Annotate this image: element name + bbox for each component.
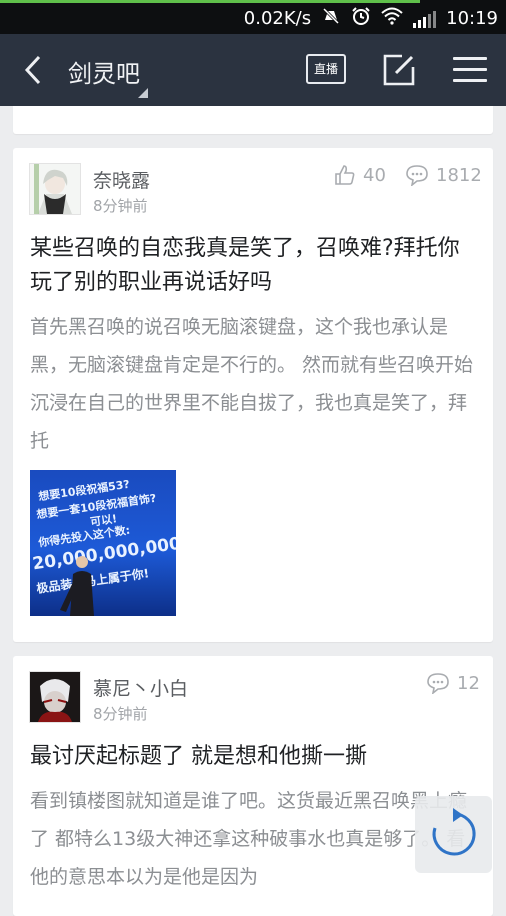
wifi-icon (381, 7, 403, 30)
post-title[interactable]: 某些召唤的自恋我真是笑了，召唤难?拜托你玩了别的职业再说话好吗 (30, 232, 475, 300)
signal-icon (413, 10, 437, 28)
post-card[interactable]: 奈晓露 8分钟前 40 1812 某些召唤的自恋我真是笑了，召唤难?拜托你玩了别… (13, 148, 493, 642)
avatar[interactable] (29, 163, 81, 215)
refresh-button[interactable] (415, 796, 492, 873)
network-speed: 0.02K/s (243, 8, 312, 29)
refresh-icon (432, 808, 476, 856)
alarm-icon (351, 6, 371, 31)
mute-icon (321, 6, 341, 31)
previous-post-card[interactable] (13, 106, 493, 134)
back-button[interactable] (20, 54, 48, 86)
speaker-figure (60, 556, 94, 616)
comment-count[interactable]: 1812 (405, 164, 482, 186)
chevron-left-icon (24, 55, 41, 85)
post-time: 8分钟前 (93, 197, 148, 215)
compose-button[interactable] (382, 53, 416, 87)
live-button[interactable]: 直播 (306, 54, 346, 84)
comment-icon (427, 673, 449, 694)
post-image[interactable]: 想要10段祝福53? 想要一套10段祝福首饰? 可以! 你得先投入这个数: 20… (30, 470, 176, 616)
post-card[interactable]: 慕尼丶小白 8分钟前 12 最讨厌起标题了 就是想和他撕一撕 看到镇楼图就知道是… (13, 656, 493, 916)
status-bar: 0.02K/s 10:19 (0, 0, 506, 34)
post-excerpt[interactable]: 首先黑召唤的说召唤无脑滚键盘，这个我也承认是黑，无脑滚键盘肯定是不行的。 然而就… (30, 308, 480, 460)
avatar[interactable] (29, 671, 81, 723)
like-count[interactable]: 40 (334, 164, 386, 186)
edit-icon (383, 54, 415, 86)
post-time: 8分钟前 (93, 705, 148, 723)
thumbs-up-icon (335, 165, 355, 185)
forum-title[interactable]: 剑灵吧 (68, 54, 140, 89)
clock: 10:19 (446, 8, 498, 29)
author-name[interactable]: 奈晓露 (93, 166, 150, 193)
author-name[interactable]: 慕尼丶小白 (93, 674, 188, 701)
top-navbar: 剑灵吧 直播 (0, 34, 506, 106)
post-excerpt[interactable]: 看到镇楼图就知道是谁了吧。这货最近黑召唤黑上瘾了 都特么13级大神还拿这种破事水… (30, 782, 480, 896)
post-title[interactable]: 最讨厌起标题了 就是想和他撕一撕 (30, 740, 475, 774)
dropdown-corner-icon (138, 88, 148, 98)
loading-progress (0, 0, 420, 3)
comment-icon (406, 165, 428, 186)
menu-button[interactable] (453, 57, 487, 83)
comment-count[interactable]: 12 (426, 672, 480, 694)
